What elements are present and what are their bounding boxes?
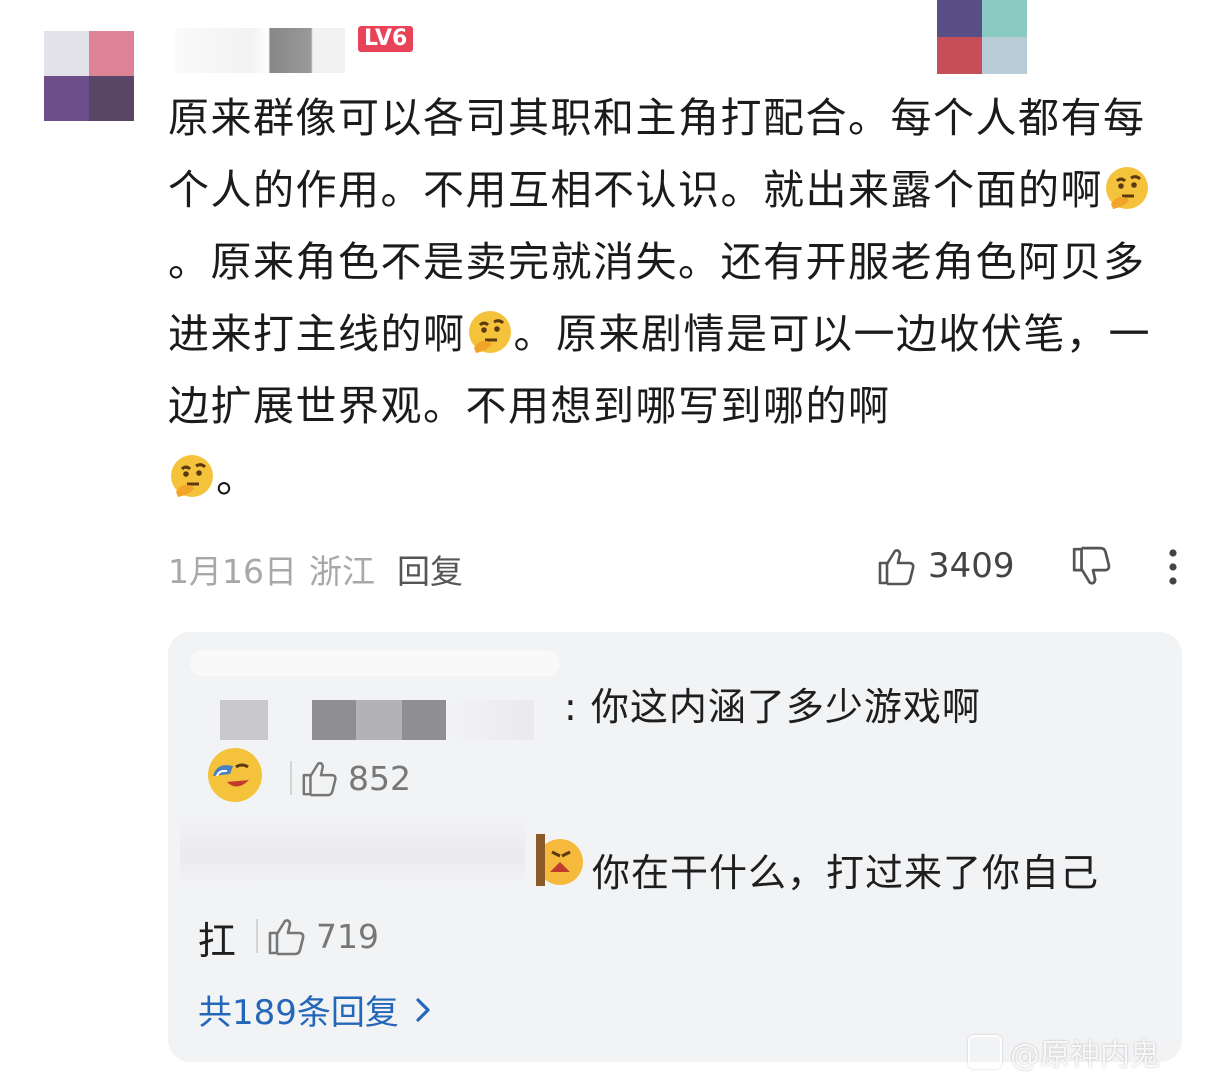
comment-region: 浙江	[309, 552, 375, 591]
reply-2-username-blurred[interactable]	[180, 815, 525, 885]
reply-1-like-button[interactable]: 852	[290, 758, 411, 798]
blurred-region	[190, 650, 560, 676]
reply-2-like-count: 719	[316, 916, 379, 956]
reply-2-text: 你在干什么，打过来了你自己	[592, 851, 1100, 895]
comment-text-part: 。	[216, 454, 259, 502]
comment-text: 原来群像可以各司其职和主角打配合。每个人都有每个人的作用。不用互相不认识。就出来…	[168, 82, 1178, 514]
reply-button[interactable]: 回复	[397, 552, 463, 591]
thumbs-up-icon	[878, 549, 915, 586]
thumbs-down-icon	[1072, 546, 1111, 585]
thumbs-up-icon	[302, 761, 337, 797]
reply-2-text-tail: 扛	[198, 919, 238, 963]
thinking-face-icon	[1106, 167, 1148, 209]
view-more-replies-link[interactable]: 共189条回复	[198, 985, 433, 1034]
reply-2-emoji-icon	[532, 832, 584, 898]
divider	[290, 761, 292, 795]
dislike-button[interactable]	[1070, 545, 1114, 593]
thumbs-up-icon	[268, 919, 305, 956]
like-button[interactable]: 3409	[876, 545, 1015, 587]
comment-date: 1月16日	[168, 552, 297, 591]
avatar-pendant-decoration	[937, 0, 1027, 74]
like-count: 3409	[928, 546, 1015, 586]
username-blurred[interactable]	[175, 28, 345, 73]
reply-1-like-count: 852	[348, 758, 411, 798]
comment-meta: 1月16日 浙江 回复	[168, 545, 463, 593]
thinking-face-icon	[468, 311, 511, 353]
more-replies-label: 共189条回复	[198, 993, 399, 1033]
reply-2-like-button[interactable]: 719	[256, 915, 379, 957]
comment-text-part: 原来群像可以各司其职和主角打配合。每个人都有每个人的作用。不用互相不认识。就出来…	[168, 94, 1146, 214]
level-badge: LV6	[358, 26, 414, 52]
reply-1-username-blurred[interactable]	[220, 700, 560, 740]
chevron-right-icon	[416, 997, 430, 1022]
more-vertical-icon	[1169, 549, 1177, 585]
more-options-button[interactable]	[1160, 545, 1186, 593]
watermark: @原神内鬼	[968, 1030, 1160, 1074]
divider	[256, 919, 258, 953]
reply-1-text: : 你这内涵了多少游戏啊	[564, 685, 981, 729]
user-avatar[interactable]	[44, 31, 134, 121]
weibo-logo-icon	[968, 1035, 1002, 1069]
watermark-text: @原神内鬼	[1010, 1038, 1160, 1073]
thinking-face-icon	[171, 455, 213, 497]
reply-1-emoji-icon	[205, 746, 265, 808]
